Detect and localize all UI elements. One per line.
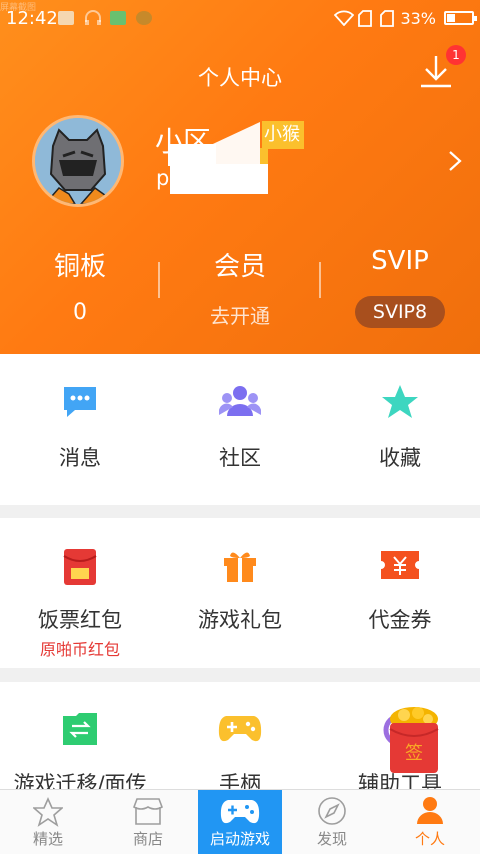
gamepad-icon: [218, 716, 262, 742]
compass-icon: [318, 797, 346, 825]
gamepad-icon: [220, 800, 260, 824]
tab-label: 个人: [414, 830, 445, 848]
notification-icon: [58, 11, 74, 25]
member-open-button[interactable]: 去开通: [160, 300, 320, 329]
profile-detail-button[interactable]: [448, 150, 462, 172]
stat-coins-label[interactable]: 铜板: [0, 246, 160, 283]
status-bar: 屏幕截图 12:42 33%: [0, 0, 480, 36]
tab-launch-game[interactable]: 启动游戏: [198, 790, 282, 854]
privacy-mask: [170, 164, 268, 194]
status-time: 12:42: [6, 8, 58, 29]
transfer-icon: [63, 713, 97, 745]
person-icon: [417, 797, 443, 824]
sim1-icon: [358, 10, 372, 31]
favorite-star-icon: [382, 385, 418, 418]
star-outline-icon: [33, 797, 63, 827]
red-packet-icon: [63, 549, 97, 585]
svip-level-badge[interactable]: SVIP8: [355, 296, 445, 328]
stat-member-label[interactable]: 会员: [160, 246, 320, 283]
menu-item-voucher[interactable]: 代金券: [320, 518, 480, 668]
battery-icon: [444, 11, 477, 25]
menu-item-label: 饭票红包: [38, 608, 122, 632]
menu-item-game-transfer[interactable]: 游戏迁移/面传: [0, 682, 160, 796]
menu-item-label: 消息: [59, 446, 101, 470]
page-title: 个人中心: [198, 66, 282, 90]
app-notification-icon: [110, 11, 126, 25]
wifi-icon: [333, 10, 355, 30]
chevron-right-icon: [449, 151, 462, 171]
menu-item-community[interactable]: 社区: [160, 354, 320, 505]
menu-item-favorites[interactable]: 收藏: [320, 354, 480, 505]
menu-item-label: 代金券: [368, 608, 432, 632]
screen: { "status_bar": { "time": "12:42", "over…: [0, 0, 480, 854]
privacy-mask: [168, 144, 216, 166]
download-badge: 1: [446, 45, 466, 65]
menu-item-label: 游戏礼包: [198, 608, 282, 632]
tab-store[interactable]: 商店: [100, 790, 196, 854]
menu-item-game-gift[interactable]: 游戏礼包: [160, 518, 320, 668]
stat-svip-label[interactable]: SVIP: [320, 246, 480, 276]
headset-icon: [84, 10, 102, 30]
stat-coins-value[interactable]: 0: [0, 300, 160, 325]
tab-discover[interactable]: 发现: [284, 790, 380, 854]
sim2-icon: [380, 10, 394, 31]
tab-label: 精选: [32, 830, 63, 848]
sign-in-float-button[interactable]: 签: [386, 705, 442, 775]
menu-item-message[interactable]: 消息: [0, 354, 160, 505]
menu-item-sublabel: 原啪币红包: [39, 640, 120, 659]
tab-label: 商店: [132, 830, 163, 848]
tab-featured[interactable]: 精选: [0, 790, 96, 854]
vip-tag: 小猴: [262, 121, 304, 149]
voucher-icon: [381, 551, 419, 579]
community-icon: [219, 386, 261, 416]
menu-item-label: 收藏: [379, 446, 421, 470]
sign-in-label: 签: [405, 743, 423, 764]
bottom-tab-bar: 精选 商店 启动游戏 发现 个人: [0, 789, 480, 854]
gift-icon: [224, 552, 256, 582]
quick-actions-card: 消息 社区 收藏: [0, 354, 480, 505]
avatar[interactable]: [32, 115, 124, 207]
battery-percent: 33%: [400, 9, 436, 28]
tab-personal[interactable]: 个人: [382, 790, 478, 854]
monkey-notification-icon: [136, 11, 152, 25]
menu-item-gamepad[interactable]: 手柄: [160, 682, 320, 796]
message-icon: [64, 387, 96, 417]
tab-label: 启动游戏: [209, 830, 270, 848]
hippo-avatar-image: [35, 118, 121, 204]
store-icon: [133, 798, 163, 825]
menu-item-red-packet[interactable]: 饭票红包 原啪币红包: [0, 518, 160, 668]
benefits-card: 饭票红包 原啪币红包 游戏礼包 代金券: [0, 518, 480, 668]
tab-label: 发现: [316, 830, 347, 848]
menu-item-label: 社区: [219, 446, 261, 470]
